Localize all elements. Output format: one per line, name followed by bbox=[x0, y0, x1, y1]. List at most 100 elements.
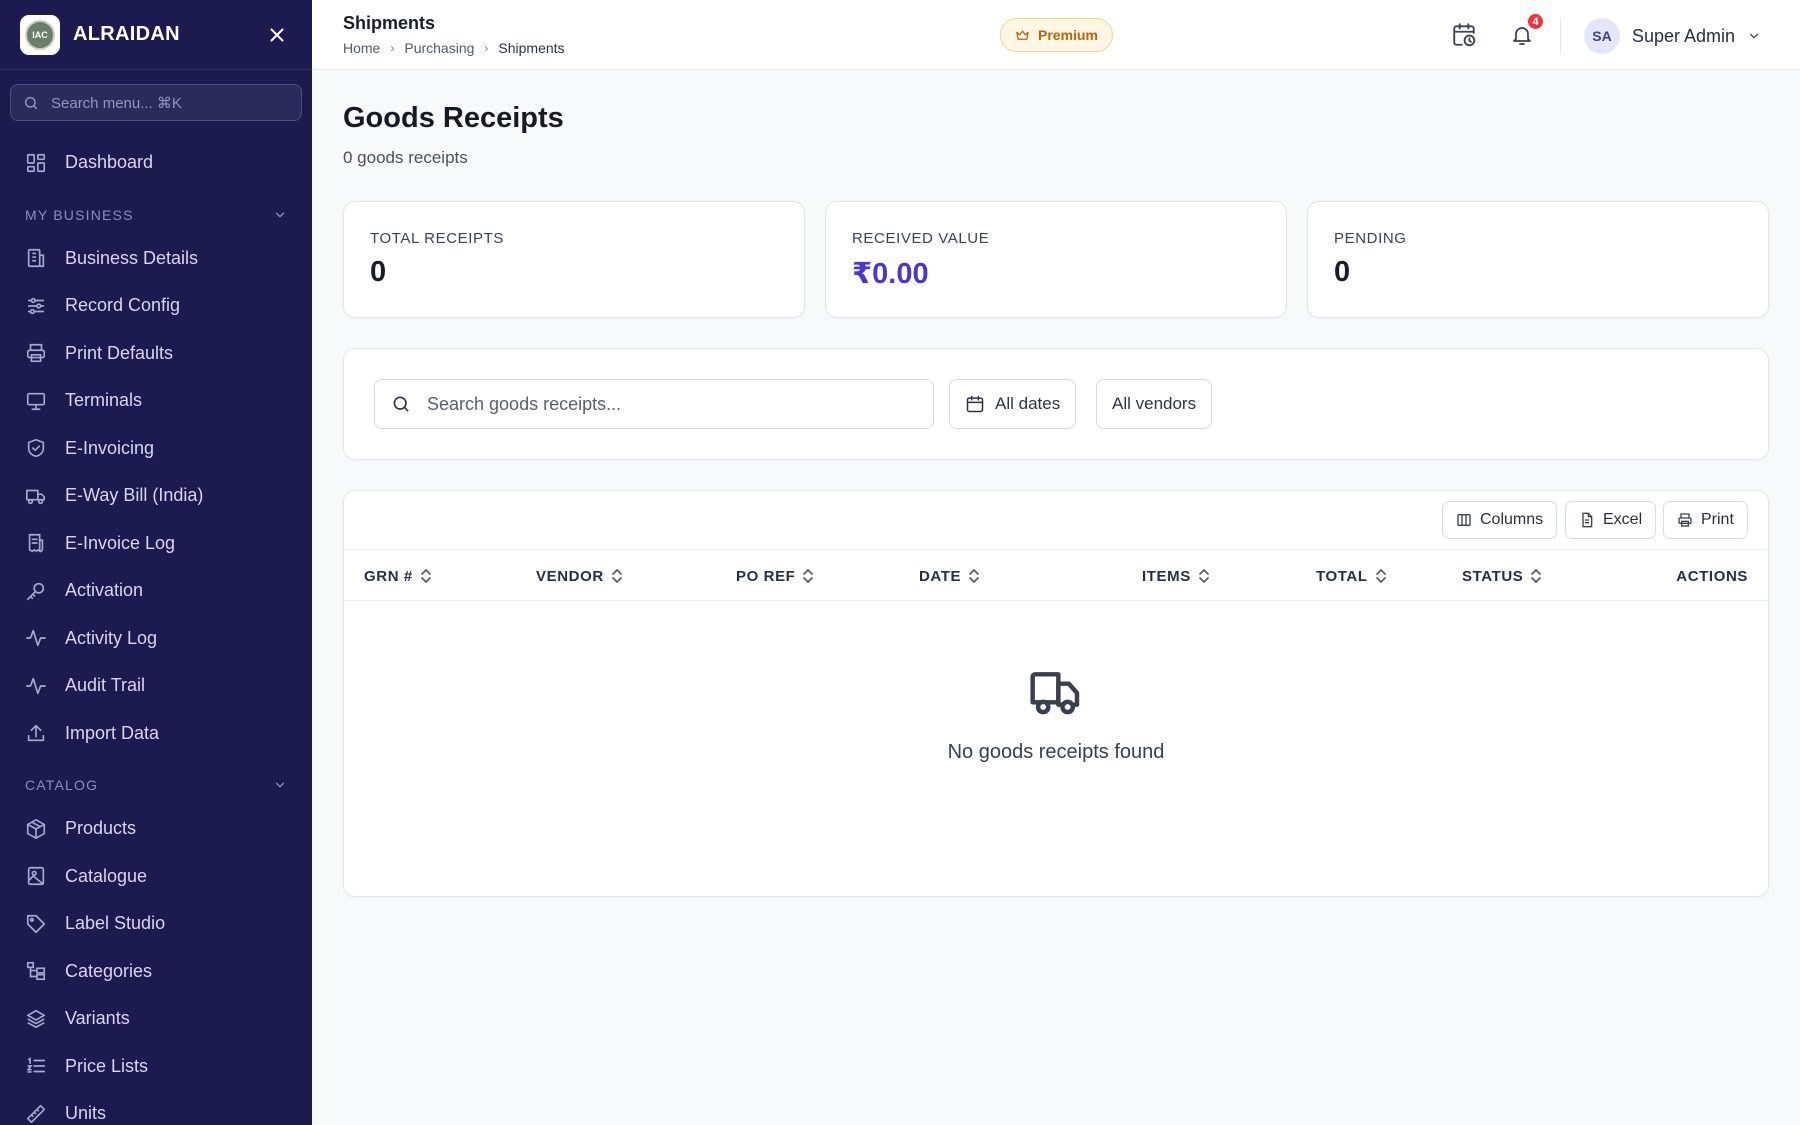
sidebar-item-price-lists[interactable]: Price Lists bbox=[0, 1043, 312, 1091]
sidebar-item-variants[interactable]: Variants bbox=[0, 995, 312, 1043]
avatar: SA bbox=[1584, 18, 1620, 54]
close-sidebar-button[interactable] bbox=[262, 20, 292, 50]
sidebar-item-label: Print Defaults bbox=[65, 342, 174, 363]
premium-label: Premium bbox=[1038, 27, 1098, 43]
truck-icon bbox=[26, 489, 46, 504]
sidebar-item-e-invoice-log[interactable]: E-Invoice Log bbox=[0, 520, 312, 568]
sidebar-item-business-details[interactable]: Business Details bbox=[0, 235, 312, 283]
goods-receipts-search[interactable] bbox=[374, 379, 934, 429]
sidebar-item-terminals[interactable]: Terminals bbox=[0, 377, 312, 425]
sidebar-item-label-studio[interactable]: Label Studio bbox=[0, 900, 312, 948]
sort-icon bbox=[1531, 568, 1542, 584]
sidebar-item-activity-log[interactable]: Activity Log bbox=[0, 615, 312, 663]
printer-icon bbox=[1678, 513, 1692, 527]
vendor-filter-button[interactable]: All vendors bbox=[1096, 379, 1213, 429]
sidebar: IAC ALRAIDAN Search menu... ⌘K Dashboard… bbox=[0, 0, 312, 1125]
column-label: DATE bbox=[919, 567, 962, 585]
stat-value: 0 bbox=[1334, 256, 1351, 288]
column-header-vendor[interactable]: VENDOR bbox=[536, 550, 623, 602]
sort-icon bbox=[803, 568, 814, 584]
brand-name: ALRAIDAN bbox=[73, 23, 180, 45]
brand-logo[interactable]: IAC bbox=[20, 14, 60, 55]
stat-value: ₹0.00 bbox=[852, 258, 929, 290]
date-filter-button[interactable]: All dates bbox=[949, 379, 1077, 429]
sidebar-item-label: Categories bbox=[65, 960, 153, 981]
empty-state-message: No goods receipts found bbox=[947, 741, 1165, 763]
sidebar-item-activation[interactable]: Activation bbox=[0, 567, 312, 615]
upload-icon bbox=[27, 725, 45, 742]
building-icon bbox=[27, 249, 45, 268]
goods-receipts-table: Columns Excel Print GRN # VENDOR PO REF … bbox=[343, 490, 1769, 897]
sort-icon bbox=[969, 568, 980, 584]
date-filter-label: All dates bbox=[995, 394, 1061, 413]
column-header-grn[interactable]: GRN # bbox=[364, 550, 432, 602]
sidebar-item-label: Activation bbox=[65, 580, 144, 601]
sidebar-item-categories[interactable]: Categories bbox=[0, 948, 312, 996]
sidebar-item-label: Catalogue bbox=[65, 865, 148, 886]
sidebar-item-label: Label Studio bbox=[65, 913, 166, 934]
chevron-right-icon: › bbox=[484, 41, 489, 55]
sidebar-item-label: Business Details bbox=[65, 247, 199, 268]
user-menu[interactable]: SA Super Admin bbox=[1584, 18, 1761, 54]
column-label: GRN # bbox=[364, 567, 413, 585]
sidebar-item-label: Import Data bbox=[65, 722, 160, 743]
column-label: ACTIONS bbox=[1676, 567, 1748, 585]
sidebar-item-audit-trail[interactable]: Audit Trail bbox=[0, 662, 312, 710]
section-catalog[interactable]: CATALOG bbox=[0, 757, 312, 805]
sidebar-item-units[interactable]: Units bbox=[0, 1090, 312, 1125]
breadcrumb: Home › Purchasing › Shipments bbox=[343, 40, 565, 56]
sidebar-item-dashboard[interactable]: Dashboard bbox=[0, 139, 312, 187]
sliders-icon bbox=[27, 297, 45, 314]
breadcrumb-home[interactable]: Home bbox=[343, 40, 380, 56]
main-content: Goods Receipts 0 goods receipts TOTAL RE… bbox=[312, 70, 1800, 1125]
breadcrumb-purchasing[interactable]: Purchasing bbox=[404, 40, 474, 56]
sidebar-item-label: Activity Log bbox=[65, 627, 158, 648]
sidebar-item-catalogue[interactable]: Catalogue bbox=[0, 853, 312, 901]
menu-search-placeholder: Search menu... ⌘K bbox=[51, 94, 182, 112]
excel-export-button[interactable]: Excel bbox=[1565, 501, 1657, 539]
box-icon bbox=[26, 818, 46, 839]
sidebar-item-label: Audit Trail bbox=[65, 675, 146, 696]
sidebar-item-e-way-bill[interactable]: E-Way Bill (India) bbox=[0, 472, 312, 520]
notifications-button[interactable]: 4 bbox=[1507, 12, 1545, 50]
monitor-icon bbox=[26, 392, 46, 410]
section-my-business[interactable]: MY BUSINESS bbox=[0, 187, 312, 235]
column-header-total[interactable]: TOTAL bbox=[1316, 550, 1387, 602]
sidebar-item-label: E-Invoicing bbox=[65, 437, 155, 458]
sidebar-item-import-data[interactable]: Import Data bbox=[0, 710, 312, 758]
key-icon bbox=[26, 582, 45, 600]
search-input[interactable] bbox=[427, 393, 907, 415]
column-label: VENDOR bbox=[536, 567, 604, 585]
sort-icon bbox=[611, 568, 622, 584]
file-spreadsheet-icon bbox=[1582, 512, 1593, 528]
sidebar-item-record-config[interactable]: Record Config bbox=[0, 282, 312, 330]
sidebar-item-e-invoicing[interactable]: E-Invoicing bbox=[0, 425, 312, 473]
stat-label: RECEIVED VALUE bbox=[852, 230, 990, 247]
premium-badge[interactable]: Premium bbox=[1000, 18, 1113, 52]
vendor-filter-label: All vendors bbox=[1112, 394, 1197, 413]
column-label: TOTAL bbox=[1316, 567, 1368, 585]
ruler-icon bbox=[26, 1104, 46, 1123]
printer-icon bbox=[26, 344, 46, 363]
sidebar-item-label: Products bbox=[65, 818, 137, 839]
sidebar-item-print-defaults[interactable]: Print Defaults bbox=[0, 330, 312, 378]
column-header-po-ref[interactable]: PO REF bbox=[736, 550, 814, 602]
column-label: PO REF bbox=[736, 567, 796, 585]
calendar-clock-button[interactable] bbox=[1449, 20, 1479, 50]
print-button[interactable]: Print bbox=[1663, 501, 1748, 539]
column-header-items[interactable]: ITEMS bbox=[1142, 550, 1210, 602]
chevron-down-icon bbox=[275, 782, 285, 788]
receipt-icon bbox=[28, 534, 44, 554]
table-header: GRN # VENDOR PO REF DATE ITEMS TOTAL STA… bbox=[344, 549, 1768, 601]
sidebar-item-label: E-Invoice Log bbox=[65, 532, 176, 553]
column-header-date[interactable]: DATE bbox=[919, 550, 980, 602]
sidebar-item-products[interactable]: Products bbox=[0, 805, 312, 853]
menu-search-input[interactable]: Search menu... ⌘K bbox=[10, 84, 302, 121]
columns-button[interactable]: Columns bbox=[1442, 501, 1558, 539]
column-header-actions: ACTIONS bbox=[1676, 550, 1748, 602]
sort-icon bbox=[1198, 568, 1209, 584]
list-ordered-icon bbox=[26, 1057, 46, 1074]
close-icon bbox=[270, 27, 284, 42]
column-header-status[interactable]: STATUS bbox=[1462, 550, 1542, 602]
section-title: CATALOG bbox=[25, 777, 99, 793]
